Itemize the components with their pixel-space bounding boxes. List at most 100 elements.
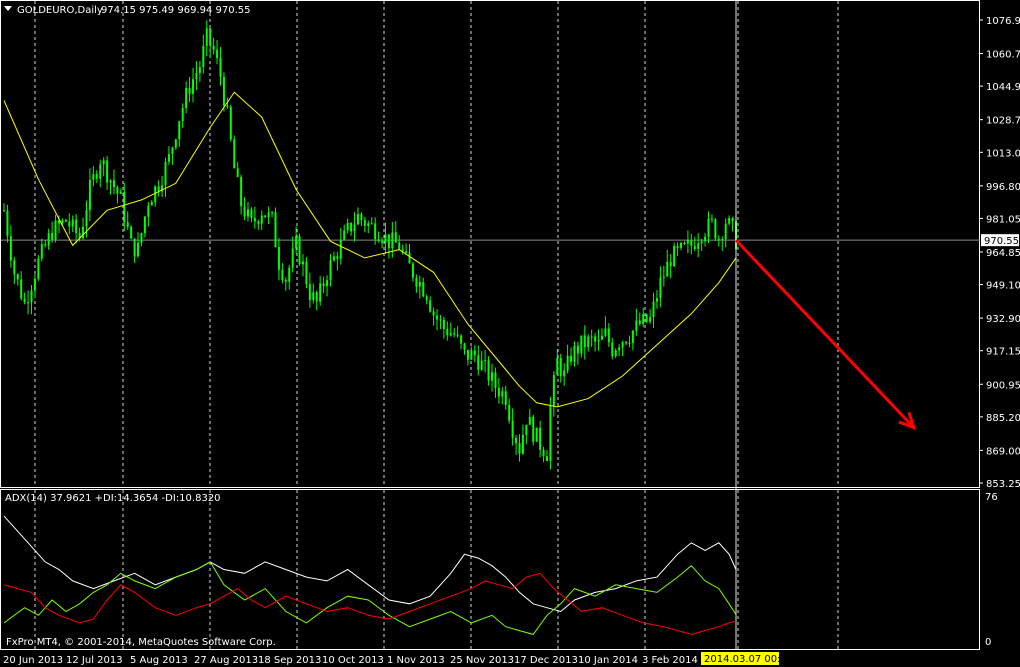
candle-body xyxy=(418,282,421,287)
candle-body xyxy=(319,283,322,302)
candle-body xyxy=(33,278,36,291)
price-tick-label: 949.10 xyxy=(986,281,1020,292)
candle-body xyxy=(133,238,136,257)
candle-body xyxy=(329,260,332,281)
candle-body xyxy=(381,241,384,243)
chart-symbol-title: GOLDEURO,Daily xyxy=(17,5,103,16)
candle-body xyxy=(339,239,342,260)
candle-body xyxy=(583,335,586,348)
candle-body xyxy=(82,226,85,239)
candle-body xyxy=(655,298,658,302)
candle-body xyxy=(250,209,253,218)
candle-body xyxy=(288,267,291,282)
price-tick-label: 1076.90 xyxy=(986,16,1020,27)
time-axis-label: 12 Jul 2013 xyxy=(66,655,123,666)
current-price-label: 970.55 xyxy=(984,236,1019,247)
candle-body xyxy=(99,164,102,179)
candle-body xyxy=(271,212,274,214)
candle-body xyxy=(343,230,346,240)
time-axis-label: 20 Jun 2013 xyxy=(3,655,63,666)
candle-body xyxy=(463,343,466,350)
candle-body xyxy=(477,355,480,371)
candle-body xyxy=(594,336,597,342)
candle-body xyxy=(521,434,524,454)
candle-body xyxy=(422,282,425,297)
candle-body xyxy=(9,236,12,261)
candle-body xyxy=(525,424,528,435)
candle-body xyxy=(511,420,514,438)
candle-body xyxy=(693,246,696,249)
candle-body xyxy=(563,370,566,377)
adx-indicator-label: ADX(14) 37.9621 +DI:14.3654 -DI:10.8320 xyxy=(5,493,221,504)
price-tick-label: 981.05 xyxy=(986,214,1020,225)
candle-body xyxy=(308,284,311,301)
candle-body xyxy=(240,176,243,207)
candle-body xyxy=(721,239,724,241)
candle-body xyxy=(611,342,614,357)
candle-body xyxy=(137,242,140,257)
time-axis-label: 18 Sep 2013 xyxy=(258,655,321,666)
candle-body xyxy=(367,223,370,226)
candle-body xyxy=(205,28,208,46)
time-axis-label: 17 Dec 2013 xyxy=(514,655,578,666)
candle-body xyxy=(686,240,689,244)
candle-body xyxy=(257,221,260,224)
candle-body xyxy=(535,427,538,442)
candle-body xyxy=(600,335,603,340)
candle-body xyxy=(556,357,559,375)
candle-body xyxy=(497,387,500,397)
chart-background xyxy=(0,0,1020,667)
candle-body xyxy=(570,355,573,362)
candle-body xyxy=(638,320,641,325)
candle-body xyxy=(260,215,263,224)
candle-body xyxy=(298,236,301,265)
candle-body xyxy=(305,261,308,285)
candle-body xyxy=(274,212,277,248)
candle-body xyxy=(40,244,43,259)
candle-body xyxy=(360,214,363,220)
candle-body xyxy=(425,296,428,301)
candle-body xyxy=(576,345,579,354)
candle-body xyxy=(23,298,26,303)
candle-body xyxy=(697,243,700,249)
candle-body xyxy=(442,319,445,329)
price-tick-label: 996.80 xyxy=(986,182,1020,193)
candle-body xyxy=(494,372,497,388)
candle-body xyxy=(635,320,638,331)
candle-body xyxy=(281,269,284,281)
candle-body xyxy=(181,107,184,122)
candle-body xyxy=(559,357,562,377)
candle-body xyxy=(566,355,569,371)
price-tick-label: 917.15 xyxy=(986,347,1020,358)
candle-body xyxy=(157,186,160,192)
candle-body xyxy=(247,209,249,217)
candle-body xyxy=(728,218,731,224)
candle-body xyxy=(460,335,463,344)
candle-body xyxy=(85,210,88,227)
candle-body xyxy=(150,201,153,206)
candle-body xyxy=(480,360,483,371)
candle-body xyxy=(518,443,521,454)
candle-body xyxy=(126,222,129,227)
candle-body xyxy=(264,215,267,218)
candle-body xyxy=(212,45,215,50)
candle-body xyxy=(466,349,469,360)
candle-body xyxy=(669,261,672,267)
price-tick-label: 900.95 xyxy=(986,380,1020,391)
adx-tick-label: 0 xyxy=(985,637,991,648)
candle-body xyxy=(229,106,232,140)
candle-body xyxy=(61,220,64,224)
candle-body xyxy=(291,248,294,268)
candle-body xyxy=(370,223,373,225)
candle-body xyxy=(64,220,67,222)
candle-body xyxy=(195,73,198,80)
candle-body xyxy=(332,256,335,261)
candle-body xyxy=(295,236,298,249)
candle-body xyxy=(312,292,315,301)
candle-body xyxy=(47,233,50,246)
candle-body xyxy=(171,147,174,155)
candle-body xyxy=(267,212,270,218)
candle-body xyxy=(545,456,548,461)
candle-body xyxy=(326,280,329,287)
candle-body xyxy=(515,437,518,444)
